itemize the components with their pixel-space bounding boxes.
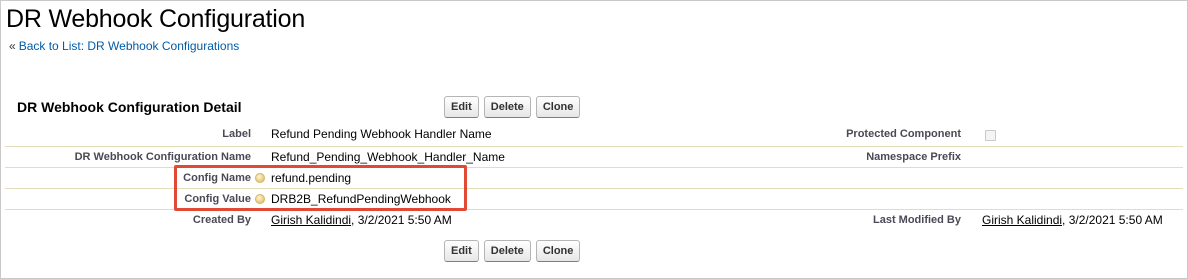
last-modified-by-label: Last Modified By: [872, 214, 961, 226]
row-divider: [5, 146, 1183, 147]
row-divider: [5, 209, 1183, 210]
page-title: DR Webhook Configuration: [6, 5, 306, 33]
row-divider: [5, 188, 1183, 189]
config-value-value: DRB2B_RefundPendingWebhook: [271, 192, 451, 206]
last-modified-by-date: , 3/2/2021 5:50 AM: [1062, 213, 1163, 227]
delete-button[interactable]: Delete: [483, 240, 531, 262]
namespace-prefix-label: Namespace Prefix: [866, 151, 961, 163]
section-title: DR Webhook Configuration Detail: [17, 99, 242, 115]
protected-component-label: Protected Component: [846, 128, 961, 140]
help-bubble-icon[interactable]: [255, 194, 265, 204]
label-field-value: Refund Pending Webhook Handler Name: [271, 127, 492, 141]
created-by-date: , 3/2/2021 5:50 AM: [351, 213, 452, 227]
config-api-name-label: DR Webhook Configuration Name: [74, 151, 251, 163]
edit-button[interactable]: Edit: [444, 96, 479, 118]
label-field-label: Label: [222, 128, 251, 140]
breadcrumb-arrow: «: [9, 39, 16, 53]
config-name-value: refund.pending: [271, 171, 352, 185]
last-modified-by-value: Girish Kalidindi, 3/2/2021 5:50 AM: [982, 213, 1163, 227]
created-by-value: Girish Kalidindi, 3/2/2021 5:50 AM: [271, 213, 452, 227]
delete-button[interactable]: Delete: [483, 96, 531, 118]
clone-button[interactable]: Clone: [535, 96, 581, 118]
edit-button[interactable]: Edit: [444, 240, 479, 262]
last-modified-by-user-link[interactable]: Girish Kalidindi: [982, 213, 1062, 227]
help-bubble-icon[interactable]: [255, 173, 265, 183]
breadcrumb: «Back to List: DR Webhook Configurations: [9, 39, 239, 53]
clone-button[interactable]: Clone: [535, 240, 581, 262]
created-by-label: Created By: [192, 214, 251, 226]
created-by-user-link[interactable]: Girish Kalidindi: [271, 213, 351, 227]
row-divider: [5, 167, 1183, 168]
top-button-group: Edit Delete Clone: [444, 96, 581, 118]
config-value-label: Config Value: [184, 193, 251, 205]
back-to-list-link[interactable]: Back to List: DR Webhook Configurations: [19, 39, 240, 53]
config-name-label: Config Name: [183, 172, 251, 184]
bottom-button-group: Edit Delete Clone: [444, 240, 581, 262]
config-api-name-value: Refund_Pending_Webhook_Handler_Name: [271, 150, 505, 164]
protected-component-checkbox: [985, 130, 996, 141]
